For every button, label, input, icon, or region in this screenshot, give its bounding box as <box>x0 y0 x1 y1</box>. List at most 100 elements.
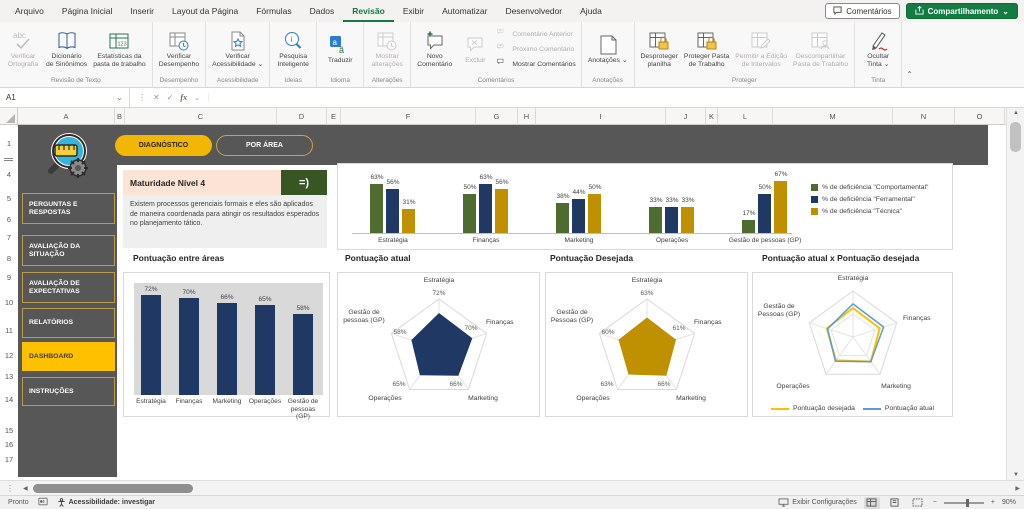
column-header-A[interactable]: A <box>18 108 115 125</box>
notes-label: Anotações ⌄ <box>588 57 628 65</box>
formula-input[interactable] <box>209 88 1024 107</box>
new-comment-button[interactable]: Novo Comentário <box>414 28 455 71</box>
page-break-view-button[interactable] <box>910 497 926 509</box>
row-header-1[interactable]: 1 <box>0 139 18 148</box>
scroll-up-icon[interactable]: ▲ <box>1007 110 1024 116</box>
sidebar-item-instrucoes[interactable]: INSTRUÇÕES <box>22 377 115 406</box>
sidebar-item-avaliacao-da-situacao[interactable]: AVALIAÇÃO DA SITUAÇÃO <box>22 235 115 266</box>
row-header-11[interactable]: 11 <box>0 326 18 335</box>
protect-workbook-button[interactable]: Proteger Pasta de Trabalho <box>681 28 732 71</box>
column-header-N[interactable]: N <box>893 108 955 125</box>
column-header-B[interactable]: B <box>115 108 125 125</box>
row-header-17[interactable]: 17 <box>0 455 18 464</box>
column-header-H[interactable]: H <box>518 108 536 125</box>
chart-deficiency-by-area[interactable]: 63%56%31%Estratégia50%63%56%Finanças38%4… <box>337 163 953 250</box>
horizontal-scroll-thumb[interactable] <box>33 484 193 493</box>
sheet-area[interactable]: 14567891011121314151617 PERGUNTAS E RESP… <box>0 125 1006 480</box>
macro-record-icon[interactable] <box>38 497 48 508</box>
page-layout-view-button[interactable] <box>887 497 903 509</box>
row-header-13[interactable]: 13 <box>0 372 18 381</box>
scroll-right-icon[interactable]: ▶ <box>1015 485 1024 492</box>
tab-formulas[interactable]: Fórmulas <box>247 0 300 22</box>
row-header-5[interactable]: 5 <box>0 194 18 203</box>
select-all-corner[interactable] <box>0 108 18 125</box>
display-settings-button[interactable]: Exibir Configurações <box>778 498 857 507</box>
column-header-I[interactable]: I <box>536 108 666 125</box>
column-header-F[interactable]: F <box>341 108 476 125</box>
tab-ajuda[interactable]: Ajuda <box>571 0 611 22</box>
accessibility-status[interactable]: Acessibilidade: investigar <box>57 498 155 507</box>
tab-automatizar[interactable]: Automatizar <box>433 0 496 22</box>
tab-pagina-inicial[interactable]: Página Inicial <box>53 0 122 22</box>
workbook-statistics-icon: 123 <box>108 30 130 52</box>
sidebar-item-relatorios[interactable]: RELATÓRIOS <box>22 308 115 338</box>
zoom-slider[interactable] <box>944 502 984 504</box>
hide-ink-button[interactable]: Ocultar Tinta ⌄ <box>858 28 898 71</box>
scroll-left-icon[interactable]: ◀ <box>20 485 31 492</box>
chevron-down-icon[interactable]: ⌄ <box>194 94 200 102</box>
column-header-J[interactable]: J <box>666 108 706 125</box>
row-header-14[interactable]: 14 <box>0 395 18 404</box>
nav-pill-por-area[interactable]: POR ÁREA <box>216 135 313 156</box>
check-accessibility-button[interactable]: Verificar Acessibilidade ⌄ <box>209 28 266 71</box>
column-header-C[interactable]: C <box>125 108 277 125</box>
column-header-M[interactable]: M <box>773 108 893 125</box>
zoom-out-button[interactable]: − <box>933 499 937 506</box>
tab-inserir[interactable]: Inserir <box>121 0 163 22</box>
tab-layout-da-pagina[interactable]: Layout da Página <box>163 0 247 22</box>
collapse-ribbon-icon[interactable]: ⌃ <box>902 22 921 87</box>
chart-radar-atual[interactable]: Estratégia72%Finanças70%Marketing66%Oper… <box>337 272 540 417</box>
zoom-in-button[interactable]: + <box>991 499 995 506</box>
more-dots-icon[interactable]: ⋮ <box>138 93 146 102</box>
horizontal-scrollbar[interactable]: ⋮ ◀ ▶ <box>0 480 1024 495</box>
chart-radar-combo[interactable]: EstratégiaFinançasMarketingOperaçõesGest… <box>752 272 953 417</box>
comments-button[interactable]: Comentários <box>825 3 899 19</box>
column-header-G[interactable]: G <box>476 108 518 125</box>
column-header-O[interactable]: O <box>955 108 1005 125</box>
row-header-4[interactable]: 4 <box>0 170 18 179</box>
zoom-level-label[interactable]: 90% <box>1002 499 1016 506</box>
tab-desenvolvedor[interactable]: Desenvolvedor <box>496 0 571 22</box>
normal-view-button[interactable] <box>864 497 880 509</box>
scroll-down-icon[interactable]: ▼ <box>1007 472 1024 478</box>
translate-button[interactable]: aãTraduzir <box>320 32 360 67</box>
tab-exibir[interactable]: Exibir <box>394 0 433 22</box>
insert-function-icon[interactable]: fx <box>180 93 187 102</box>
sidebar-item-dashboard[interactable]: DASHBOARD <box>22 342 115 371</box>
row-header-16[interactable]: 16 <box>0 440 18 449</box>
chart-score-bars[interactable]: 72%Estratégia70%Finanças66%Marketing65%O… <box>123 272 330 417</box>
enter-icon[interactable]: ✓ <box>167 93 174 102</box>
row-header-10[interactable]: 10 <box>0 298 18 307</box>
row-header-6[interactable]: 6 <box>0 215 18 224</box>
zoom-slider-thumb[interactable] <box>966 499 969 507</box>
column-header-K[interactable]: K <box>706 108 718 125</box>
chart-radar-desejada[interactable]: Estratégia63%Finanças61%Marketing66%Oper… <box>545 272 748 417</box>
tab-revisao[interactable]: Revisão <box>343 0 394 22</box>
row-header-12[interactable]: 12 <box>0 351 18 360</box>
column-header-E[interactable]: E <box>327 108 341 125</box>
vertical-scrollbar[interactable]: ▲ ▼ <box>1006 108 1024 480</box>
sidebar-item-perguntas-e-respostas[interactable]: PERGUNTAS E RESPOSTAS <box>22 193 115 224</box>
tab-dados[interactable]: Dados <box>301 0 344 22</box>
column-header-L[interactable]: L <box>718 108 773 125</box>
check-performance-button[interactable]: Verificar Desempenho <box>156 28 202 71</box>
column-header-D[interactable]: D <box>277 108 327 125</box>
cancel-icon[interactable]: ✕ <box>153 93 160 102</box>
show-comments-button[interactable]: Mostrar Comentários <box>497 57 575 71</box>
row-header-9[interactable]: 9 <box>0 273 18 282</box>
unprotect-sheet-button[interactable]: Desproteger planilha <box>638 28 681 71</box>
smart-lookup-button[interactable]: iPesquisa Inteligente <box>273 28 313 71</box>
nav-pill-diagnostico[interactable]: DIAGNÓSTICO <box>115 135 212 156</box>
workbook-statistics-button[interactable]: 123Estatísticas da pasta de trabalho <box>90 28 149 71</box>
tab-arquivo[interactable]: Arquivo <box>6 0 53 22</box>
splitter-handle-icon[interactable]: ⋮ <box>0 484 20 493</box>
name-box[interactable]: A1 ⌄ <box>0 88 130 107</box>
row-header-15[interactable]: 15 <box>0 426 18 435</box>
row-header-7[interactable]: 7 <box>0 233 18 242</box>
notes-button[interactable]: Anotações ⌄ <box>585 32 631 67</box>
sidebar-item-avaliacao-de-expectativas[interactable]: AVALIAÇÃO DE EXPECTATIVAS <box>22 272 115 303</box>
thesaurus-button[interactable]: Dicionário de Sinônimos <box>43 28 90 71</box>
share-button[interactable]: Compartilhamento ⌄ <box>906 3 1018 19</box>
row-header-8[interactable]: 8 <box>0 254 18 263</box>
vertical-scroll-thumb[interactable] <box>1010 122 1021 152</box>
